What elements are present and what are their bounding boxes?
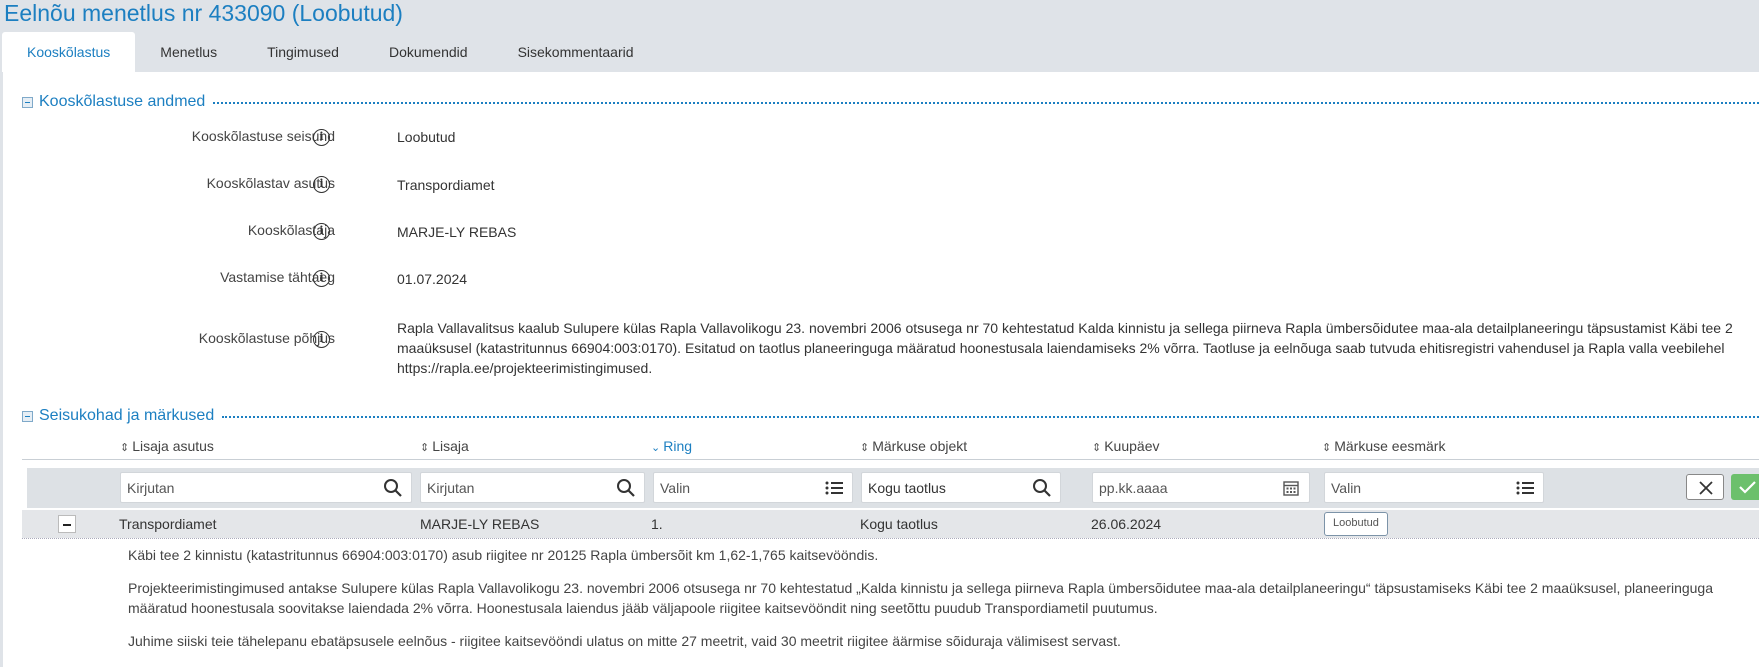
column-header-lisaja-asutus[interactable]: ⇕ Lisaja asutus	[120, 438, 214, 454]
clear-filters-button[interactable]	[1686, 474, 1724, 500]
section-divider	[213, 102, 1759, 104]
cell-kuupaev: 26.06.2024	[1091, 516, 1162, 532]
tab-tingimused[interactable]: Tingimused	[242, 32, 364, 72]
list-icon[interactable]	[824, 478, 844, 498]
info-icon[interactable]: i	[313, 331, 330, 348]
filter-lisaja	[420, 472, 645, 503]
filter-input[interactable]	[1331, 478, 1506, 498]
search-icon[interactable]	[1032, 478, 1052, 498]
field-value: 01.07.2024	[397, 271, 468, 287]
column-label: Lisaja asutus	[132, 438, 214, 454]
cell-lisaja: MARJE-LY REBAS	[420, 516, 540, 532]
filter-row	[27, 468, 1759, 508]
tab-kooskolastus[interactable]: Kooskõlastus	[2, 32, 136, 72]
tab-sisekommentaarid[interactable]: Sisekommentaarid	[493, 32, 659, 72]
info-icon[interactable]: i	[313, 129, 330, 146]
agreement-section-header: Kooskõlastuse andmed	[22, 92, 1759, 112]
filter-lisaja-asutus	[120, 472, 412, 503]
page-title: Eelnõu menetlus nr 433090 (Loobutud)	[4, 0, 403, 26]
field-value: Rapla Vallavalitsus kaalub Sulupere küla…	[397, 320, 1733, 376]
filter-input[interactable]	[127, 478, 359, 498]
filter-kuupaev	[1092, 472, 1310, 503]
comment-paragraph: Juhime siiski teie tähelepanu ebatäpsuse…	[128, 633, 1121, 649]
comment-paragraph: Projekteerimistingimused antakse Suluper…	[128, 580, 1714, 616]
collapse-icon[interactable]	[22, 410, 33, 422]
cell-ring: 1.	[651, 516, 663, 532]
column-label: Märkuse objekt	[872, 438, 968, 454]
filter-eesmark	[1324, 472, 1544, 503]
info-icon[interactable]: i	[313, 270, 330, 287]
filter-input[interactable]	[427, 478, 606, 498]
section-title-agreement: Kooskõlastuse andmed	[39, 93, 206, 110]
collapse-row-icon[interactable]	[58, 515, 76, 533]
list-icon[interactable]	[1515, 478, 1535, 498]
status-badge: Loobutud	[1324, 512, 1388, 536]
column-header-lisaja[interactable]: ⇕ Lisaja	[420, 438, 469, 454]
table-row[interactable]: Transpordiamet MARJE-LY REBAS 1. Kogu ta…	[22, 510, 1759, 538]
column-header-kuupaev[interactable]: ⇕ Kuupäev	[1092, 438, 1160, 454]
sort-desc-icon: ⌄	[651, 442, 661, 454]
cell-objekt: Kogu taotlus	[860, 516, 938, 532]
sort-both-icon: ⇕	[860, 442, 870, 454]
field-value: Transpordiamet	[397, 177, 495, 193]
comment-paragraph: Käbi tee 2 kinnistu (katastritunnus 6690…	[128, 547, 879, 563]
sort-both-icon: ⇕	[1322, 442, 1332, 454]
sort-both-icon: ⇕	[1092, 442, 1102, 454]
search-icon[interactable]	[616, 478, 636, 498]
info-icon[interactable]: i	[313, 176, 330, 193]
checkmark-icon	[1739, 481, 1756, 494]
column-label: Lisaja	[432, 438, 469, 454]
apply-filters-button[interactable]	[1731, 474, 1759, 500]
row-divider	[22, 538, 1759, 539]
column-header-eesmark[interactable]: ⇕ Märkuse eesmärk	[1322, 438, 1445, 454]
sort-both-icon: ⇕	[120, 442, 130, 454]
field-value: MARJE-LY REBAS	[397, 224, 517, 240]
column-label: Märkuse eesmärk	[1334, 438, 1446, 454]
sort-both-icon: ⇕	[420, 442, 430, 454]
collapse-icon[interactable]	[22, 96, 33, 108]
calendar-icon[interactable]	[1281, 478, 1301, 498]
filter-objekt	[861, 472, 1061, 503]
search-icon[interactable]	[383, 478, 403, 498]
column-header-objekt[interactable]: ⇕ Märkuse objekt	[860, 438, 967, 454]
column-header-ring[interactable]: ⌄ Ring	[651, 438, 692, 454]
filter-input[interactable]	[1099, 478, 1272, 498]
column-label: Kuupäev	[1104, 438, 1160, 454]
remarks-section-header: Seisukohad ja märkused	[22, 406, 1759, 426]
cell-lisaja-asutus: Transpordiamet	[119, 516, 217, 532]
tab-bar: Kooskõlastus Menetlus Tingimused Dokumen…	[2, 32, 659, 72]
close-icon	[1699, 481, 1713, 495]
tab-menetlus[interactable]: Menetlus	[135, 32, 242, 72]
left-border	[0, 72, 3, 667]
filter-input[interactable]	[868, 478, 1027, 498]
section-title-remarks: Seisukohad ja märkused	[39, 407, 215, 424]
info-icon[interactable]: i	[313, 223, 330, 240]
column-label: Ring	[663, 438, 693, 454]
section-divider	[222, 416, 1759, 418]
filter-ring	[653, 472, 853, 503]
table-header-row: ⇕ Lisaja asutus ⇕ Lisaja ⌄ Ring ⇕ Märkuse ob…	[22, 436, 1759, 460]
field-value: Loobutud	[397, 129, 456, 145]
filter-input[interactable]	[660, 478, 819, 498]
tab-dokumendid[interactable]: Dokumendid	[364, 32, 493, 72]
